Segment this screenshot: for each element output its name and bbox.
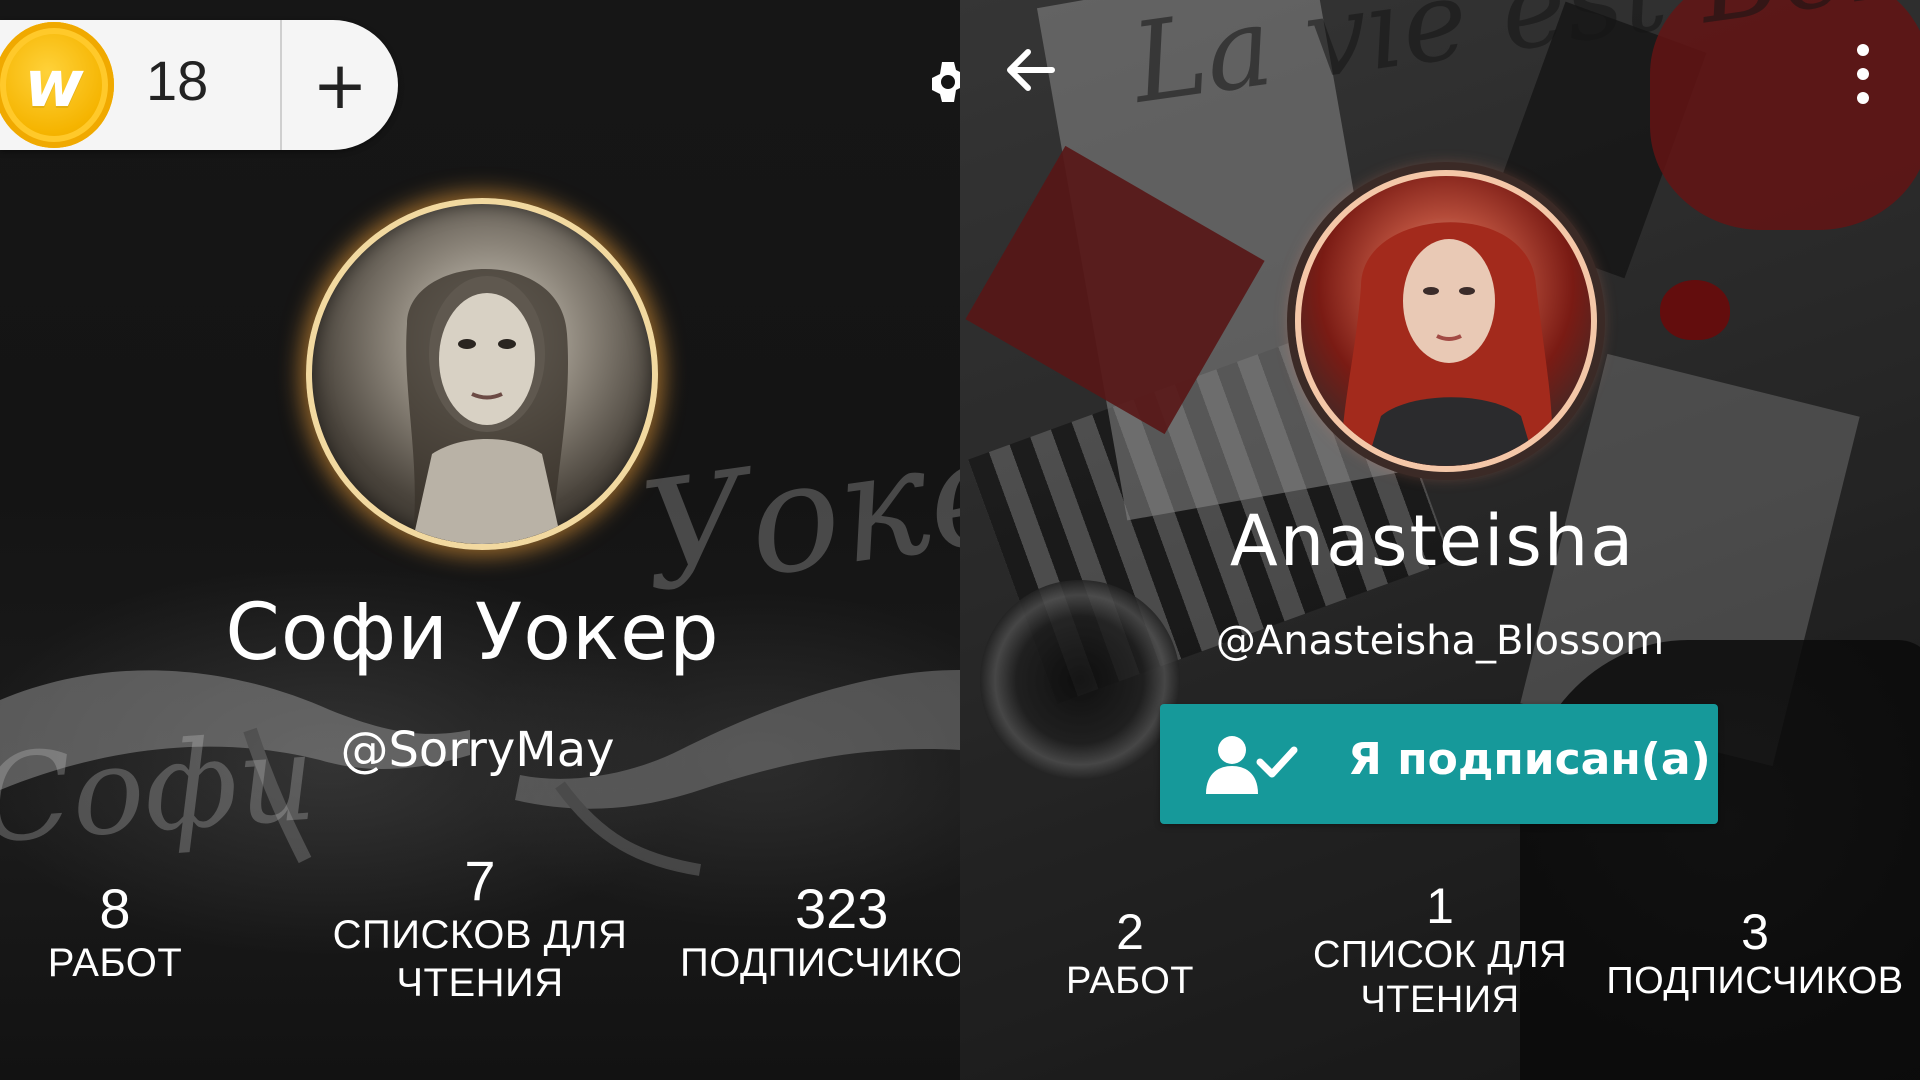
arrow-left-icon[interactable] — [1000, 40, 1060, 100]
following-button-label: Я подписан(а) — [1348, 734, 1711, 785]
stat-works-label-right: РАБОТ — [1066, 959, 1194, 1002]
stat-works-right[interactable]: 2 РАБОТ — [1040, 906, 1220, 1004]
stat-reading-lists-label-line1-right: СПИСОК ДЛЯ — [1312, 933, 1568, 976]
stat-reading-lists-label-line1: СПИСКОВ ДЛЯ — [332, 912, 628, 957]
avatar-portrait-image — [406, 269, 569, 544]
stat-reading-lists[interactable]: 7 СПИСКОВ ДЛЯ ЧТЕНИЯ — [300, 849, 660, 1007]
stat-followers-label-right: ПОДПИСЧИКОВ — [1606, 959, 1904, 1002]
stat-reading-lists-label-line2: ЧТЕНИЯ — [396, 960, 564, 1005]
profile-avatar-right[interactable] — [1295, 170, 1597, 472]
stat-reading-lists-right[interactable]: 1 СПИСОК ДЛЯ ЧТЕНИЯ — [1300, 880, 1580, 1024]
stat-reading-lists-count-right: 1 — [1426, 878, 1454, 934]
user-check-icon — [1206, 736, 1298, 794]
profile-username: @SorryMay — [340, 722, 615, 778]
left-profile-panel: Уокер Софи w 18 + Софи Уокер @SorryMay 8… — [0, 0, 960, 1080]
stat-works[interactable]: 8 РАБОТ — [20, 877, 210, 987]
stat-followers-count-right: 3 — [1741, 904, 1769, 960]
stat-works-count: 8 — [99, 877, 131, 940]
stat-followers-count: 323 — [795, 880, 889, 940]
buy-coins-button[interactable]: + — [290, 20, 390, 150]
stat-works-count-right: 2 — [1116, 904, 1144, 960]
profile-username-right: @Anasteisha_Blossom — [1215, 618, 1665, 664]
stat-works-label: РАБОТ — [47, 940, 183, 985]
coin-pill-divider — [280, 20, 282, 150]
following-button[interactable]: Я подписан(а) — [1160, 704, 1718, 824]
wattpad-coin-icon: w — [0, 22, 114, 148]
coin-count: 18 — [146, 49, 209, 112]
stat-followers-label: ПОДПИСЧИКОВ — [680, 940, 960, 985]
gear-icon[interactable] — [928, 58, 960, 114]
stat-followers-right[interactable]: 3 ПОДПИСЧИКОВ — [1600, 906, 1910, 1004]
profile-avatar[interactable] — [306, 198, 658, 550]
profile-display-name: Софи Уокер — [225, 588, 720, 678]
stat-reading-lists-label-line2-right: ЧТЕНИЯ — [1360, 979, 1520, 1022]
plus-icon: + — [312, 46, 368, 124]
split-screenshot: Уокер Софи w 18 + Софи Уокер @SorryMay 8… — [0, 0, 1920, 1080]
stat-followers[interactable]: 323 ПОДПИСЧИКОВ — [660, 880, 960, 987]
coin-logo-letter: w — [24, 48, 84, 122]
coin-balance-pill[interactable]: w 18 + — [0, 20, 398, 150]
profile-display-name-right: Anasteisha — [1229, 500, 1636, 582]
more-vertical-icon[interactable] — [1848, 42, 1878, 106]
avatar-portrait-image-right — [1341, 222, 1553, 466]
stat-reading-lists-count: 7 — [464, 849, 496, 912]
